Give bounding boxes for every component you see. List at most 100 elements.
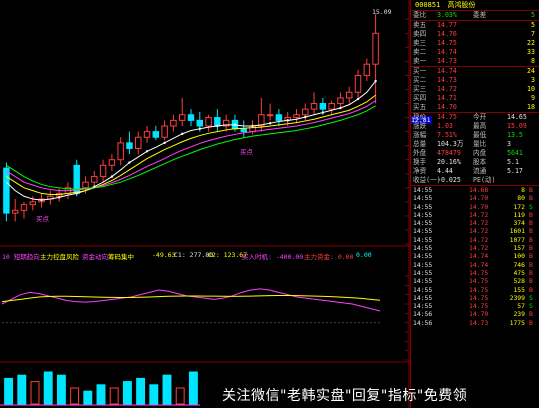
signal-dot: [233, 123, 237, 127]
stat-value-2: 15.09: [507, 122, 527, 130]
tick-time: 14:55: [413, 186, 433, 194]
tick-direction: B: [529, 227, 533, 236]
stat-value-2: 5.17: [507, 167, 523, 175]
ask-row[interactable]: 卖四 14.76 7: [411, 30, 539, 39]
bid-row[interactable]: 买四 14.71 9: [411, 94, 539, 103]
tick-time: 14:55: [413, 202, 433, 211]
bid-row[interactable]: 买五 14.70 18: [411, 103, 539, 112]
tick-direction: B: [529, 219, 533, 228]
tick-direction: S: [529, 202, 533, 211]
tick-row: 14:55 14.75 155 B: [411, 286, 539, 294]
tick-direction: B: [529, 235, 533, 244]
stat-row: 现价 14.75 今开 14.65: [411, 113, 539, 122]
tick-row: 14:55 14.70 172 S: [411, 203, 539, 211]
tick-volume: 157: [513, 244, 525, 253]
signal-dot: [110, 175, 114, 178]
stat-label-2: 量比: [473, 140, 487, 148]
tick-price: 14.70: [469, 202, 489, 211]
bid-row[interactable]: 买一 14.74 24: [411, 67, 539, 76]
tick-price: 14.72: [469, 227, 489, 236]
tick-row: 14:55 14.75 57 S: [411, 302, 539, 310]
candle-body: [187, 114, 195, 121]
signal-dot: [339, 106, 342, 110]
tick-volume: 746: [513, 260, 525, 269]
tick-price: 14.72: [469, 244, 489, 253]
tick-price: 14.75: [469, 268, 489, 277]
candle-body: [20, 204, 28, 211]
tick-row: 14:55 14.74 746 B: [411, 261, 539, 269]
tick-volume: 475: [513, 268, 525, 277]
stat-label-2: 内盘: [473, 149, 487, 157]
tick-row: 14:55 14.72 374 B: [411, 219, 539, 227]
stat-label: 涨跌: [413, 122, 427, 130]
tick-price: 14.75: [469, 277, 489, 286]
bid-label: 买四: [413, 94, 427, 102]
candle-body: [337, 97, 344, 105]
tick-direction: B: [529, 260, 533, 269]
ask-row[interactable]: 卖二 14.74 33: [411, 48, 539, 57]
tick-row: 14:55 14.74 100 B: [411, 252, 539, 260]
indicator-line: [1, 288, 381, 312]
bid-volume: 3: [531, 76, 535, 84]
candle-body: [346, 91, 353, 99]
tick-time: 14:56: [413, 310, 433, 319]
mid-label: 买点: [240, 148, 253, 156]
ask-row[interactable]: 卖三 14.75 22: [411, 39, 539, 48]
candle-body: [205, 117, 212, 127]
weicha-value: 5: [531, 11, 535, 19]
stock-name: 高鸿股份: [447, 1, 476, 9]
ask-row[interactable]: 卖五 14.77 5: [411, 21, 539, 30]
stat-label: 换手: [413, 158, 427, 166]
bid-volume: 24: [527, 67, 535, 75]
tick-row: 14:55 14.72 1077 B: [411, 236, 539, 244]
tick-time: 14:55: [413, 260, 433, 269]
chart-svg[interactable]: 15.0014.7514.5014.2514.0013.7513.5013.25…: [0, 0, 410, 408]
volume-bar: [149, 384, 159, 405]
tick-time: 14:55: [413, 235, 433, 244]
candle-body: [135, 136, 142, 149]
tick-row: 14:55 14.68 8 B: [411, 186, 539, 194]
volume-bar: [162, 374, 172, 405]
volume-bar: [175, 387, 185, 405]
stat-label: 总量: [413, 140, 427, 148]
tick-volume: 172: [513, 202, 525, 211]
stat-value: -0.025: [437, 176, 461, 184]
tick-row: 14:55 14.70 80 B: [411, 194, 539, 202]
tick-price: 14.72: [469, 235, 489, 244]
candle-body: [196, 119, 204, 127]
candle-body: [372, 32, 379, 65]
bid-row[interactable]: 买三 14.72 10: [411, 85, 539, 94]
signal-dot: [321, 111, 325, 114]
ask-row[interactable]: 卖一 14.73 8: [411, 57, 539, 66]
bid-label: 买五: [413, 103, 427, 111]
watermark-text: 关注微信"老韩实盘"回复"指标"免费领: [222, 388, 468, 404]
tick-time: 14:55: [413, 268, 433, 277]
indicator-label-1: 主力控盘风险: [40, 253, 79, 261]
bid-row[interactable]: 买二 14.73 3: [411, 76, 539, 85]
indicator-label-6: 买入时机: -400.00: [242, 253, 304, 261]
tick-price: 14.70: [469, 194, 489, 203]
tick-time: 14:55: [413, 252, 433, 261]
stat-value: 1.03: [437, 122, 453, 130]
bid-label: 买二: [413, 76, 427, 84]
tick-price: 14.73: [469, 318, 489, 327]
max-price-label: 15.09: [372, 8, 392, 16]
ask-label: 卖一: [413, 57, 427, 65]
candle-body: [293, 114, 300, 119]
stock-header[interactable]: 000851 高鸿股份: [411, 0, 539, 11]
signal-dot: [163, 141, 166, 145]
stat-value-2: 3: [507, 140, 511, 148]
tick-direction: B: [529, 318, 533, 327]
tick-direction: B: [529, 277, 533, 286]
tick-volume: 1601: [509, 227, 525, 236]
tick-volume: 2399: [509, 293, 525, 302]
chart-area[interactable]: 15.0014.7514.5014.2514.0013.7513.5013.25…: [0, 0, 432, 408]
tick-volume: 8: [521, 186, 525, 194]
tick-direction: B: [529, 285, 533, 294]
stat-value: 20.16%: [437, 158, 461, 166]
tick-row: 14:55 14.75 2399 S: [411, 294, 539, 302]
signal-dot: [251, 124, 254, 128]
ma-line: [6, 80, 376, 201]
signal-dot: [75, 192, 78, 195]
tick-price: 14.72: [469, 210, 489, 219]
